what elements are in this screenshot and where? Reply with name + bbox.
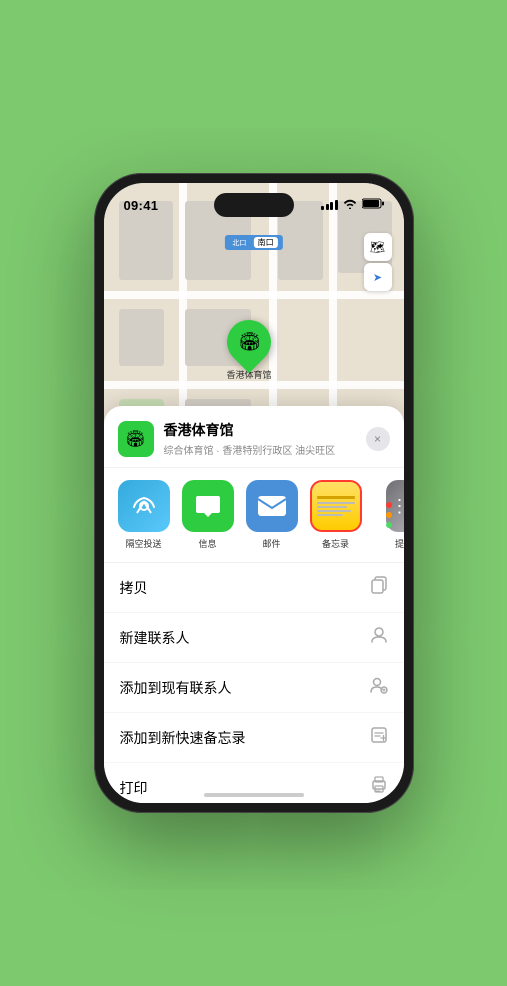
print-icon xyxy=(370,776,388,799)
venue-name: 香港体育馆 xyxy=(164,420,366,440)
scroll-dots xyxy=(386,502,392,528)
share-notes[interactable]: 备忘录 xyxy=(310,480,362,550)
quick-note-icon xyxy=(370,726,388,749)
home-indicator xyxy=(204,793,304,797)
share-row: 隔空投送 信息 xyxy=(104,468,404,562)
airdrop-icon-wrap xyxy=(118,480,170,532)
map-icon: 🗺 xyxy=(370,240,385,254)
notes-icon-wrap xyxy=(310,480,362,532)
action-list: 拷贝 新建联系人 xyxy=(104,562,404,803)
map-north-label: 北口 南口 xyxy=(224,235,282,250)
messages-label: 信息 xyxy=(198,537,216,550)
phone-frame: 09:41 xyxy=(94,173,414,813)
pin-icon: 🏟 xyxy=(238,331,261,352)
new-contact-icon xyxy=(370,626,388,649)
signal-icon xyxy=(321,200,338,210)
venue-pin: 🏟 香港体育馆 xyxy=(226,320,271,381)
messages-icon-wrap xyxy=(182,480,234,532)
airdrop-label: 隔空投送 xyxy=(125,537,161,550)
map-controls: 🗺 ➤ xyxy=(364,233,392,291)
wifi-icon xyxy=(343,199,357,212)
phone-screen: 09:41 xyxy=(104,183,404,803)
action-print-label: 打印 xyxy=(120,778,148,798)
location-icon: ➤ xyxy=(373,271,382,284)
close-button[interactable]: × xyxy=(366,427,390,451)
action-add-to-contact[interactable]: 添加到现有联系人 xyxy=(104,663,404,713)
venue-info: 香港体育馆 综合体育馆 · 香港特别行政区 油尖旺区 xyxy=(164,420,366,457)
venue-icon: 🏟 xyxy=(118,421,154,457)
share-airdrop[interactable]: 隔空投送 xyxy=(118,480,170,550)
action-copy-label: 拷贝 xyxy=(120,578,148,598)
battery-icon xyxy=(362,198,384,212)
venue-header: 🏟 香港体育馆 综合体育馆 · 香港特别行政区 油尖旺区 × xyxy=(104,406,404,468)
action-add-contact-label: 添加到现有联系人 xyxy=(120,678,232,698)
share-messages[interactable]: 信息 xyxy=(182,480,234,550)
action-print[interactable]: 打印 xyxy=(104,763,404,803)
add-contact-icon xyxy=(370,676,388,699)
action-copy[interactable]: 拷贝 xyxy=(104,563,404,613)
more-label: 提 xyxy=(395,537,404,550)
dynamic-island xyxy=(214,193,294,217)
notes-label: 备忘录 xyxy=(322,537,349,550)
bottom-sheet: 🏟 香港体育馆 综合体育馆 · 香港特别行政区 油尖旺区 × xyxy=(104,406,404,803)
action-new-contact-label: 新建联系人 xyxy=(120,628,190,648)
action-quick-note-label: 添加到新快速备忘录 xyxy=(120,728,246,748)
status-icons xyxy=(321,198,384,212)
location-button[interactable]: ➤ xyxy=(364,263,392,291)
action-new-contact[interactable]: 新建联系人 xyxy=(104,613,404,663)
mail-label: 邮件 xyxy=(262,537,280,550)
copy-icon xyxy=(370,576,388,599)
pin-bubble: 🏟 xyxy=(218,311,280,373)
action-quick-note[interactable]: 添加到新快速备忘录 xyxy=(104,713,404,763)
share-mail[interactable]: 邮件 xyxy=(246,480,298,550)
map-type-button[interactable]: 🗺 xyxy=(364,233,392,261)
mail-icon-wrap xyxy=(246,480,298,532)
venue-description: 综合体育馆 · 香港特别行政区 油尖旺区 xyxy=(164,442,366,457)
status-time: 09:41 xyxy=(124,198,159,213)
